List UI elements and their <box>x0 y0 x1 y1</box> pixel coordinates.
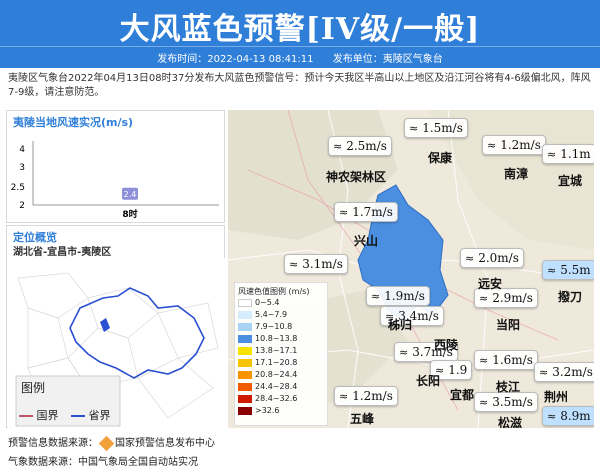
location-panel: 定位概览 湖北省-宜昌市-夷陵区 图例 国界 省界 <box>6 225 225 428</box>
legend-item-label: 省界 <box>88 409 111 422</box>
y-tick-label: 2.5 <box>11 183 25 193</box>
legend-row: 13.8~17.1 <box>238 346 297 357</box>
legend-row: 24.4~28.4 <box>238 382 297 393</box>
station-wind-label[interactable]: ≈3.1m/s <box>284 254 348 274</box>
wind-icon: ≈ <box>479 292 489 305</box>
legend-row: 10.8~13.8 <box>238 334 297 345</box>
wind-icon: ≈ <box>547 264 557 277</box>
warning-meta: 发布时间：2022-04-13 08:41:11 发布单位：夷陵区气象台 <box>0 50 600 65</box>
warning-source-label: 预警信息数据来源： <box>8 438 98 449</box>
legend-item-province-border: 省界 <box>71 407 111 423</box>
wind-icon: ≈ <box>479 396 489 409</box>
legend-row: 20.8~24.4 <box>238 370 297 381</box>
wind-color-legend: 风速色值图例 (m/s) 0~5.4 5.4~7.9 7.9~10.8 10.8… <box>234 282 328 426</box>
province-border-swatch <box>71 415 85 417</box>
legend-row: 28.4~32.6 <box>238 394 297 405</box>
city-label: 荆州 <box>544 390 569 404</box>
weather-source-label: 气象数据来源： <box>8 457 78 468</box>
station-wind-label[interactable]: ≈1.6m/s <box>474 350 538 370</box>
legend-item-national-border: 国界 <box>19 407 59 423</box>
warning-header: 大风蓝色预警[IV级/一般] 发布时间：2022-04-13 08:41:11 … <box>0 0 600 68</box>
legend-row: 5.4~7.9 <box>238 310 287 321</box>
wind-icon: ≈ <box>399 346 409 359</box>
city-label: 远安 <box>478 277 503 291</box>
publish-time: 发布时间：2022-04-13 08:41:11 <box>157 54 314 65</box>
wind-icon: ≈ <box>333 140 343 153</box>
legend-title: 图例 <box>21 381 46 395</box>
station-wind-label[interactable]: ≈2.5m/s <box>328 136 392 156</box>
wind-data-label: 2.4 <box>124 190 137 199</box>
city-label: 西陵 <box>434 338 459 352</box>
legend-row: >32.6 <box>238 406 280 417</box>
station-wind-label[interactable]: ≈1.1m <box>542 144 594 164</box>
station-wind-label[interactable]: ≈3.5m/s <box>474 392 538 412</box>
warning-source-line: 预警信息数据来源： 国家预警信息发布中心 <box>8 434 215 451</box>
station-wind-label[interactable]: ≈1.9m/s <box>366 286 430 306</box>
weather-source-line: 气象数据来源：中国气象局全国自动站实况 <box>8 453 198 468</box>
wind-icon: ≈ <box>547 410 557 423</box>
station-wind-label[interactable]: ≈5.5m <box>542 260 594 280</box>
city-label: 宜城 <box>558 174 583 188</box>
wind-icon: ≈ <box>289 258 299 271</box>
x-tick-label: 8时 <box>122 208 137 220</box>
station-wind-label[interactable]: ≈2.0m/s <box>460 248 524 268</box>
wind-icon: ≈ <box>409 122 419 135</box>
legend-title: 风速色值图例 (m/s) <box>238 287 310 296</box>
warning-source-link[interactable]: 国家预警信息发布中心 <box>115 438 215 449</box>
city-label: 宜都 <box>450 388 475 402</box>
legend-row: 17.1~20.8 <box>238 358 297 369</box>
legend-row: 0~5.4 <box>238 298 280 309</box>
wind-speed-panel: 夷陵当地风速实况(m/s) 4 3 2.5 2 2.4 8时 <box>6 110 225 223</box>
city-label: 当阳 <box>496 318 521 332</box>
y-tick-label: 4 <box>19 145 25 155</box>
location-subtitle: 湖北省-宜昌市-夷陵区 <box>13 247 112 258</box>
city-label: 神农架林区 <box>326 170 387 184</box>
wind-map[interactable]: ≈1.5m/s ≈2.5m/s ≈1.2m/s ≈1.1m ≈1.7m/s ≈2… <box>228 110 594 428</box>
publisher: 发布单位：夷陵区气象台 <box>332 54 443 65</box>
station-wind-label[interactable]: ≈1.2m/s <box>482 135 546 155</box>
wind-icon: ≈ <box>465 252 475 265</box>
wind-icon: ≈ <box>547 148 557 161</box>
header-divider <box>0 46 600 47</box>
city-label: 秭归 <box>388 318 413 332</box>
station-wind-label[interactable]: ≈3.2m/s <box>534 362 594 382</box>
wind-icon: ≈ <box>479 354 489 367</box>
wind-icon: ≈ <box>339 206 349 219</box>
warning-title: 大风蓝色预警[IV级/一般] <box>119 12 481 47</box>
weather-source: 中国气象局全国自动站实况 <box>78 457 198 468</box>
city-label: 保康 <box>428 151 453 165</box>
warning-center-logo-icon <box>98 435 115 451</box>
legend-item-label: 国界 <box>36 409 59 422</box>
city-label: 五峰 <box>350 412 375 426</box>
wind-icon: ≈ <box>371 290 381 303</box>
national-border-swatch <box>19 415 33 417</box>
y-tick-label: 3 <box>19 163 25 173</box>
station-wind-label[interactable]: ≈1.5m/s <box>404 118 468 138</box>
station-wind-label[interactable]: ≈8.9m <box>542 406 594 426</box>
city-label: 南漳 <box>504 167 529 181</box>
location-map[interactable] <box>8 258 225 428</box>
city-label: 撥刀 <box>558 290 583 304</box>
station-wind-label[interactable]: ≈1.2m/s <box>334 386 398 406</box>
legend-row: 7.9~10.8 <box>238 322 292 333</box>
city-label: 枝江 <box>496 380 521 394</box>
wind-icon: ≈ <box>487 139 497 152</box>
city-label: 长阳 <box>416 374 441 388</box>
station-wind-label[interactable]: ≈1.7m/s <box>334 202 398 222</box>
y-tick-label: 2 <box>19 201 25 211</box>
wind-speed-chart: 4 3 2.5 2 2.4 8时 <box>11 141 219 220</box>
warning-description: 夷陵区气象台2022年04月13日08时37分发布大风蓝色预警信号：预计今天我区… <box>8 73 591 98</box>
city-label: 松滋 <box>498 416 523 428</box>
wind-icon: ≈ <box>339 390 349 403</box>
wind-icon: ≈ <box>539 366 549 379</box>
city-label: 兴山 <box>354 234 379 248</box>
